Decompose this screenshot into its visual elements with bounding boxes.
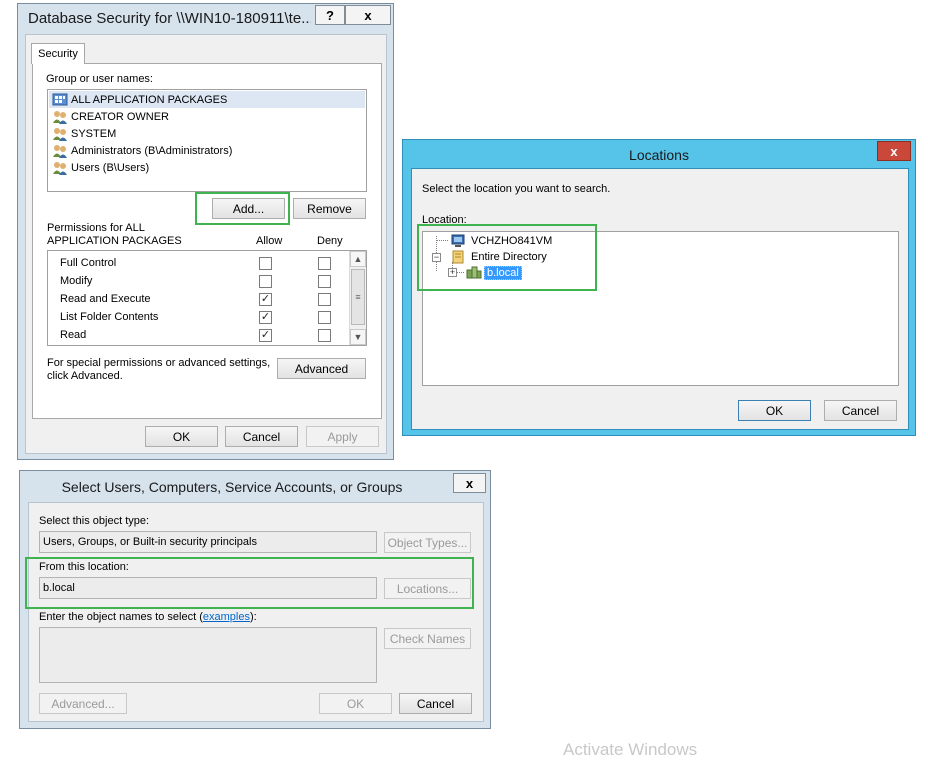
cancel-button[interactable]: Cancel — [824, 400, 897, 421]
object-names-label-text: Enter the object names to select ( — [39, 611, 203, 623]
advanced-button[interactable]: Advanced... — [39, 693, 127, 714]
list-item[interactable]: ALL APPLICATION PACKAGES — [49, 91, 365, 108]
object-names-label: Enter the object names to select (exampl… — [39, 611, 257, 623]
computer-icon — [450, 234, 466, 248]
permissions-label-line2: APPLICATION PACKAGES — [47, 235, 182, 247]
object-names-input[interactable] — [39, 627, 377, 683]
tree-connector — [436, 240, 448, 241]
special-permissions-line1: For special permissions or advanced sett… — [47, 357, 271, 369]
list-item[interactable]: Users (B\Users) — [52, 159, 149, 176]
scroll-thumb[interactable]: ≡ — [351, 269, 365, 325]
permission-row: List Folder Contents — [60, 311, 159, 323]
list-item[interactable]: CREATOR OWNER — [52, 108, 169, 125]
users-icon — [52, 143, 68, 158]
deny-checkbox-read[interactable] — [318, 329, 331, 342]
collapse-toggle[interactable]: − — [432, 253, 441, 262]
permission-row: Full Control — [60, 257, 117, 269]
list-item-label: CREATOR OWNER — [71, 110, 169, 123]
allow-checkbox-list-folder[interactable]: ✓ — [259, 311, 272, 324]
help-button[interactable]: ? — [315, 5, 345, 25]
locations-button[interactable]: Locations... — [384, 578, 471, 599]
cancel-button[interactable]: Cancel — [399, 693, 472, 714]
list-item-label: Administrators (B\Administrators) — [71, 144, 233, 157]
deny-checkbox-modify[interactable] — [318, 275, 331, 288]
location-label: Location: — [422, 214, 467, 226]
location-field: b.local — [39, 577, 377, 599]
group-label: Group or user names: — [46, 73, 153, 85]
location-tree[interactable]: − + VCHZHO841VM Entire Directory b.local — [422, 231, 899, 386]
locations-instruction: Select the location you want to search. — [422, 183, 611, 195]
users-icon — [52, 126, 68, 141]
list-item[interactable]: Administrators (B\Administrators) — [52, 142, 232, 159]
allow-checkbox-full-control[interactable] — [259, 257, 272, 270]
tree-item-label-selected: b.local — [484, 266, 522, 280]
deny-checkbox-list-folder[interactable] — [318, 311, 331, 324]
allow-checkbox-modify[interactable] — [259, 275, 272, 288]
check-names-button[interactable]: Check Names — [384, 628, 471, 649]
tree-item-label: Entire Directory — [471, 251, 547, 263]
apply-button[interactable]: Apply — [306, 426, 379, 447]
close-button[interactable]: x — [877, 141, 911, 161]
remove-button[interactable]: Remove — [293, 198, 366, 219]
scroll-down-button[interactable]: ▼ — [350, 329, 366, 345]
security-dialog-body: Security Group or user names: ALL APPLIC… — [25, 34, 387, 454]
permission-row: Read — [60, 329, 87, 341]
users-icon — [52, 109, 68, 124]
ok-button[interactable]: OK — [319, 693, 392, 714]
tab-security-label: Security — [38, 48, 78, 60]
principals-list[interactable]: ALL APPLICATION PACKAGES CREATOR OWNER S… — [47, 89, 367, 192]
select-users-dialog: Select Users, Computers, Service Account… — [19, 470, 491, 729]
special-permissions-line2: click Advanced. — [47, 370, 123, 382]
app-packages-icon — [52, 92, 68, 107]
locations-dialog: Locations x Select the location you want… — [402, 139, 916, 436]
list-item-label: SYSTEM — [71, 127, 117, 140]
object-types-button[interactable]: Object Types... — [384, 532, 471, 553]
ok-button[interactable]: OK — [145, 426, 218, 447]
tree-item-entire-directory[interactable]: Entire Directory — [450, 249, 547, 265]
allow-checkbox-read[interactable]: ✓ — [259, 329, 272, 342]
deny-checkbox-full-control[interactable] — [318, 257, 331, 270]
permission-row: Read and Execute — [60, 293, 151, 305]
close-button[interactable]: x — [453, 473, 486, 493]
locations-dialog-body: Select the location you want to search. … — [411, 168, 909, 430]
folder-icon — [450, 250, 466, 264]
list-item[interactable]: SYSTEM — [52, 125, 116, 142]
security-dialog: Database Security for \\WIN10-180911\te.… — [17, 3, 394, 460]
users-icon — [52, 160, 68, 175]
ok-button[interactable]: OK — [738, 400, 811, 421]
select-users-dialog-body: Select this object type: Users, Groups, … — [28, 502, 484, 722]
advanced-button[interactable]: Advanced — [277, 358, 366, 379]
scroll-up-button[interactable]: ▲ — [350, 251, 366, 267]
tab-page: Group or user names: ALL APPLICATION PAC… — [32, 63, 382, 419]
object-type-field: Users, Groups, or Built-in security prin… — [39, 531, 377, 553]
cancel-button[interactable]: Cancel — [225, 426, 298, 447]
tab-security[interactable]: Security — [31, 43, 85, 64]
permissions-scrollbar[interactable]: ▲ ≡ ▼ — [349, 251, 366, 345]
object-type-value: Users, Groups, or Built-in security prin… — [43, 536, 257, 548]
tree-item-computer[interactable]: VCHZHO841VM — [450, 233, 552, 249]
object-names-label-end: ): — [249, 611, 257, 623]
close-button[interactable]: x — [345, 5, 391, 25]
tree-item-label: VCHZHO841VM — [471, 235, 553, 247]
permissions-list: Full Control Modify Read and Execute Lis… — [47, 250, 367, 346]
list-item-label: Users (B\Users) — [71, 161, 150, 174]
allow-checkbox-read-execute[interactable]: ✓ — [259, 293, 272, 306]
examples-link[interactable]: examples — [203, 611, 250, 623]
add-button[interactable]: Add... — [212, 198, 285, 219]
object-type-label: Select this object type: — [39, 515, 150, 527]
tree-item-domain[interactable]: b.local — [466, 265, 522, 281]
domain-icon — [466, 266, 482, 280]
deny-checkbox-read-execute[interactable] — [318, 293, 331, 306]
deny-header: Deny — [317, 235, 343, 247]
permissions-label-line1: Permissions for ALL — [47, 222, 145, 234]
allow-header: Allow — [256, 235, 283, 247]
list-item-label: ALL APPLICATION PACKAGES — [71, 93, 228, 106]
expand-toggle[interactable]: + — [448, 268, 457, 277]
activation-watermark: Activate Windows — [563, 740, 698, 759]
permission-row: Modify — [60, 275, 93, 287]
location-label: From this location: — [39, 561, 129, 573]
location-value: b.local — [43, 582, 75, 594]
